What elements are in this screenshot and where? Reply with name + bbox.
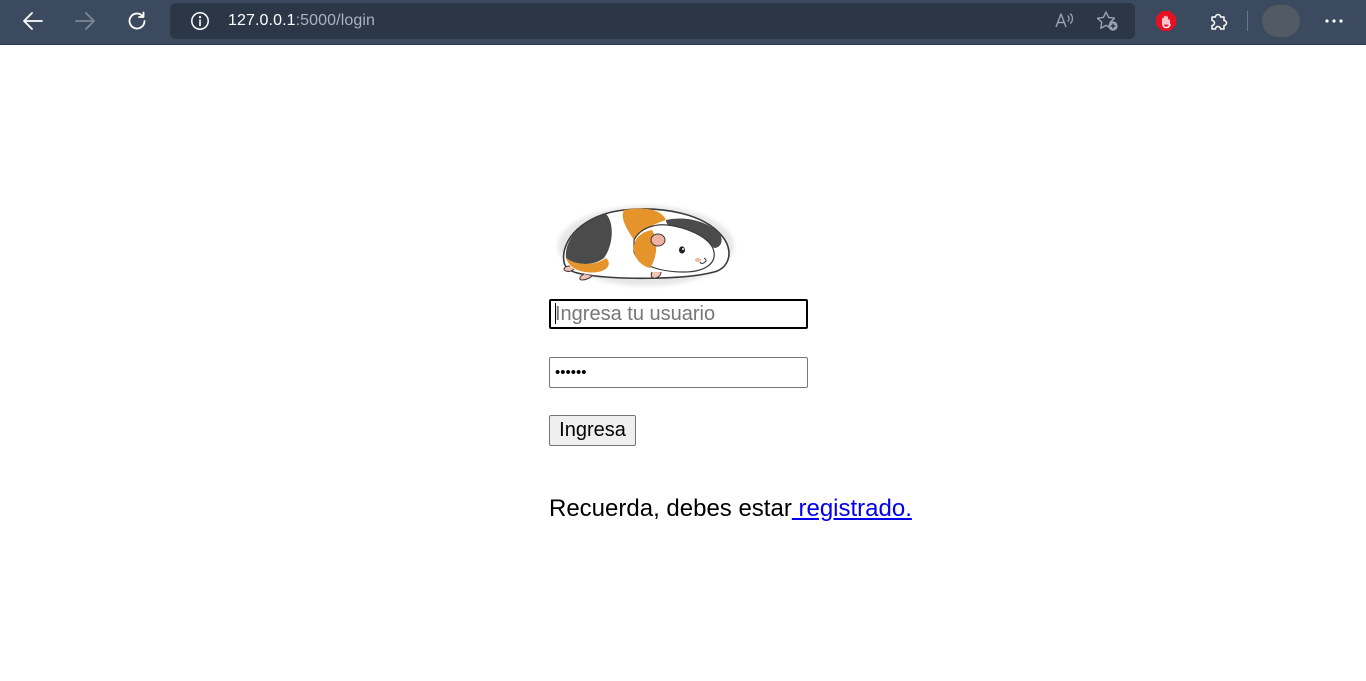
puzzle-icon <box>1211 13 1228 30</box>
browser-toolbar: 127.0.0.1:5000/login <box>0 0 1366 45</box>
refresh-button[interactable] <box>121 6 153 36</box>
address-bar[interactable]: 127.0.0.1:5000/login <box>170 3 1135 39</box>
login-button[interactable]: Ingresa <box>549 415 636 446</box>
url-text: 127.0.0.1:5000/login <box>228 12 375 30</box>
block-extension-button[interactable] <box>1150 6 1182 36</box>
url-path: :5000/login <box>295 12 376 29</box>
text-caret <box>555 303 556 324</box>
forward-arrow-icon <box>75 12 95 30</box>
info-icon[interactable] <box>190 11 210 36</box>
toolbar-divider <box>1247 11 1248 31</box>
add-favorite-icon[interactable] <box>1095 10 1119 37</box>
guinea-pig-logo <box>554 200 738 292</box>
more-dots-icon <box>1325 19 1343 23</box>
settings-menu-button[interactable] <box>1318 6 1350 36</box>
back-button[interactable] <box>17 6 49 36</box>
register-link[interactable]: registrado. <box>792 495 911 522</box>
url-host: 127.0.0.1 <box>228 12 296 29</box>
back-arrow-icon <box>23 12 43 30</box>
reminder-text: Recuerda, debes estar <box>549 495 792 522</box>
forward-button[interactable] <box>69 6 101 36</box>
profile-avatar[interactable] <box>1262 5 1300 37</box>
username-input[interactable] <box>549 299 808 329</box>
password-input[interactable]: •••••• <box>549 357 808 388</box>
register-reminder: Recuerda, debes estar registrado. <box>549 495 912 523</box>
refresh-icon <box>128 11 146 30</box>
read-aloud-icon[interactable] <box>1053 10 1075 37</box>
extensions-button[interactable] <box>1203 6 1235 36</box>
stop-hand-icon <box>1156 11 1176 31</box>
